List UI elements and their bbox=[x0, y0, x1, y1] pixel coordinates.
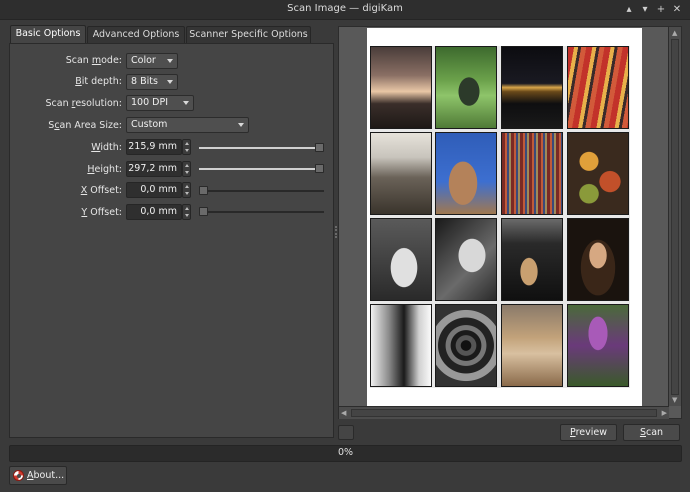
step-up-icon bbox=[184, 207, 189, 210]
chevron-down-icon bbox=[183, 101, 189, 105]
height-input[interactable]: 297,2 mm bbox=[126, 161, 182, 177]
preview-page[interactable] bbox=[367, 28, 642, 406]
x-offset-input[interactable]: 0,0 mm bbox=[126, 182, 182, 198]
scan-progress-bar: 0% bbox=[9, 445, 682, 462]
y-offset-input[interactable]: 0,0 mm bbox=[126, 204, 182, 220]
step-down-icon bbox=[184, 171, 189, 174]
width-input[interactable]: 215,9 mm bbox=[126, 139, 182, 155]
photo-thumbnail bbox=[567, 218, 629, 301]
scan-area-size-label: Scan Area Size: bbox=[48, 120, 122, 131]
photo-thumbnail bbox=[435, 46, 497, 129]
step-up-icon bbox=[184, 164, 189, 167]
scan-area-size-select[interactable]: Custom bbox=[126, 117, 249, 133]
scan-mode-select[interactable]: Color bbox=[126, 53, 178, 69]
x-offset-label: X Offset: bbox=[80, 185, 122, 196]
photo-thumbnail bbox=[501, 46, 563, 129]
tab-scanner-specific-options[interactable]: Scanner Specific Options bbox=[186, 26, 311, 44]
keep-above-icon[interactable]: ▴ bbox=[622, 3, 636, 17]
y-offset-stepper[interactable] bbox=[182, 204, 191, 220]
bit-depth-label: Bit depth: bbox=[75, 76, 122, 87]
chevron-down-icon bbox=[167, 59, 173, 63]
photo-thumbnail bbox=[370, 46, 432, 129]
preview-horizontal-scrollbar[interactable]: ◀ ▶ bbox=[339, 406, 669, 419]
scan-mode-label: Scan mode: bbox=[65, 55, 122, 66]
step-up-icon bbox=[184, 185, 189, 188]
photo-thumbnail bbox=[567, 132, 629, 215]
splitter-grip-icon bbox=[335, 226, 337, 238]
photo-thumbnail bbox=[370, 132, 432, 215]
photo-thumbnail bbox=[435, 132, 497, 215]
width-slider-track[interactable] bbox=[199, 147, 324, 149]
scan-button[interactable]: Scan bbox=[623, 424, 680, 441]
photo-thumbnail bbox=[501, 132, 563, 215]
photo-thumbnail bbox=[435, 218, 497, 301]
preview-image bbox=[370, 46, 630, 388]
lifebuoy-icon bbox=[13, 470, 24, 481]
scroll-left-icon[interactable]: ◀ bbox=[341, 409, 346, 417]
preview-selection-toggle[interactable] bbox=[338, 425, 354, 440]
scan-preview-area[interactable]: ▲ ▼ ◀ ▶ bbox=[338, 26, 682, 419]
preview-button[interactable]: Preview bbox=[560, 424, 617, 441]
x-offset-stepper[interactable] bbox=[182, 182, 191, 198]
about-button[interactable]: About... bbox=[9, 466, 67, 485]
x-offset-slider-handle[interactable] bbox=[199, 186, 208, 195]
y-offset-slider-handle[interactable] bbox=[199, 207, 208, 216]
basic-options-panel: Scan mode: Color Bit depth: 8 Bits Scan … bbox=[9, 43, 334, 438]
photo-thumbnail bbox=[435, 304, 497, 387]
width-slider-handle[interactable] bbox=[315, 143, 324, 152]
step-down-icon bbox=[184, 192, 189, 195]
chevron-down-icon bbox=[167, 80, 173, 84]
step-up-icon bbox=[184, 142, 189, 145]
step-down-icon bbox=[184, 214, 189, 217]
photo-thumbnail bbox=[567, 46, 629, 129]
height-slider-fill bbox=[199, 168, 324, 170]
height-stepper[interactable] bbox=[182, 161, 191, 177]
minimize-icon[interactable]: ▾ bbox=[638, 3, 652, 17]
tab-advanced-options[interactable]: Advanced Options bbox=[87, 26, 185, 44]
scan-resolution-select[interactable]: 100 DPI bbox=[126, 95, 194, 111]
preview-vertical-scrollbar[interactable]: ▲ ▼ bbox=[668, 27, 681, 406]
photo-thumbnail bbox=[501, 218, 563, 301]
photo-thumbnail bbox=[501, 304, 563, 387]
progress-text: 0% bbox=[337, 447, 354, 458]
photo-thumbnail bbox=[567, 304, 629, 387]
y-offset-label: Y Offset: bbox=[81, 207, 122, 218]
photo-thumbnail bbox=[370, 304, 432, 387]
scroll-right-icon[interactable]: ▶ bbox=[662, 409, 667, 417]
scan-resolution-label: Scan resolution: bbox=[45, 98, 123, 109]
y-offset-slider-track[interactable] bbox=[199, 211, 324, 213]
x-offset-slider-track[interactable] bbox=[199, 190, 324, 192]
title-bar: Scan Image — digiKam ▴ ▾ + ✕ bbox=[0, 0, 690, 20]
vertical-scroll-thumb[interactable] bbox=[671, 39, 679, 395]
window-title: Scan Image — digiKam bbox=[287, 3, 403, 14]
width-stepper[interactable] bbox=[182, 139, 191, 155]
height-slider-handle[interactable] bbox=[315, 164, 324, 173]
height-label: Height: bbox=[87, 164, 122, 175]
close-icon[interactable]: ✕ bbox=[670, 3, 684, 17]
horizontal-scroll-thumb[interactable] bbox=[351, 409, 657, 417]
chevron-down-icon bbox=[238, 123, 244, 127]
width-label: Width: bbox=[91, 142, 122, 153]
height-slider-track[interactable] bbox=[199, 168, 324, 170]
width-slider-fill bbox=[199, 147, 324, 149]
bit-depth-select[interactable]: 8 Bits bbox=[126, 74, 178, 90]
photo-thumbnail bbox=[370, 218, 432, 301]
scroll-down-icon[interactable]: ▼ bbox=[672, 396, 677, 404]
maximize-icon[interactable]: + bbox=[654, 3, 668, 17]
tab-basic-options[interactable]: Basic Options bbox=[10, 25, 86, 44]
step-down-icon bbox=[184, 149, 189, 152]
scroll-up-icon[interactable]: ▲ bbox=[672, 29, 677, 37]
